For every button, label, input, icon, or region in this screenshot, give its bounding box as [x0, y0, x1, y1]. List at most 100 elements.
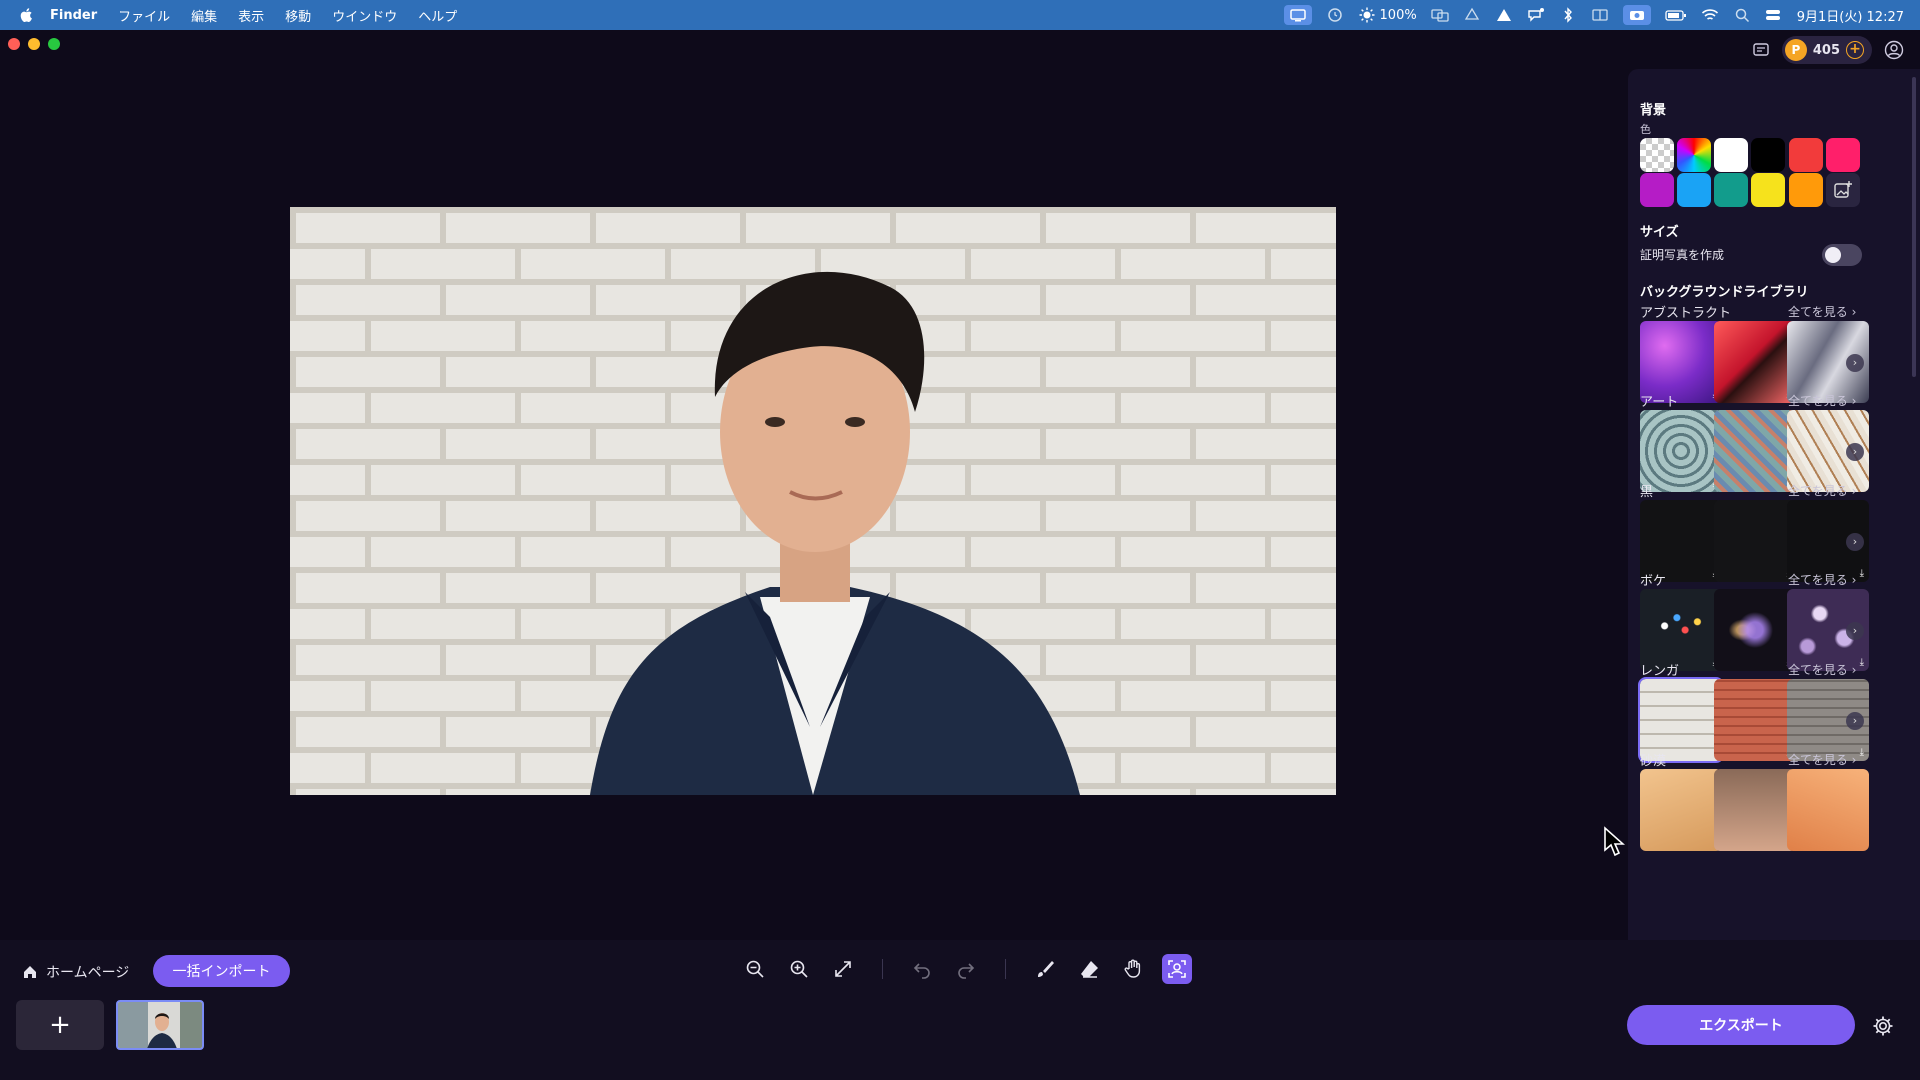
notification-icon[interactable]	[1527, 7, 1545, 23]
maximize-window-button[interactable]	[48, 38, 60, 50]
menu-window[interactable]: ウインドウ	[332, 6, 397, 25]
window-controls	[8, 38, 60, 50]
thumb-art-1[interactable]: ⤓	[1640, 410, 1722, 492]
abstract-next-arrow[interactable]: ›	[1846, 354, 1864, 372]
add-credits-icon[interactable]: +	[1846, 41, 1864, 59]
menu-help[interactable]: ヘルプ	[418, 6, 457, 25]
see-all-abstract-link[interactable]: 全てを見る ›	[1788, 303, 1856, 320]
swatch-black[interactable]	[1751, 138, 1785, 172]
thumb-art-2[interactable]: ⤓	[1714, 410, 1796, 492]
black-next-arrow[interactable]: ›	[1846, 533, 1864, 551]
drive-icon[interactable]	[1463, 7, 1481, 23]
swatch-blue[interactable]	[1677, 173, 1711, 207]
thumb-black-2[interactable]: ⤓	[1714, 500, 1796, 582]
menu-edit[interactable]: 編集	[191, 6, 217, 25]
swatch-teal[interactable]	[1714, 173, 1748, 207]
download-icon: ⤓	[1859, 657, 1864, 668]
canvas-tools	[740, 954, 1192, 984]
sun-icon	[1359, 7, 1375, 23]
camera-icon[interactable]	[1622, 5, 1651, 25]
close-window-button[interactable]	[8, 38, 20, 50]
screen-mirror-icon[interactable]	[1283, 5, 1312, 25]
thumb-abstract-2[interactable]: ⤓	[1714, 321, 1796, 403]
menu-view[interactable]: 表示	[238, 6, 264, 25]
art-next-arrow[interactable]: ›	[1846, 443, 1864, 461]
menu-file[interactable]: ファイル	[118, 6, 170, 25]
canvas-image[interactable]	[290, 207, 1336, 795]
thumb-desert-2[interactable]	[1714, 769, 1796, 851]
thumb-desert-1[interactable]	[1640, 769, 1722, 851]
thumb-bokeh-1[interactable]: ⤓	[1640, 589, 1722, 671]
minimize-window-button[interactable]	[28, 38, 40, 50]
zoom-out-icon	[746, 960, 764, 978]
swatch-pink[interactable]	[1826, 138, 1860, 172]
export-button[interactable]: エクスポート	[1627, 1005, 1855, 1045]
see-all-brick-link[interactable]: 全てを見る ›	[1788, 661, 1856, 678]
brick-next-arrow[interactable]: ›	[1846, 712, 1864, 730]
control-center-icon[interactable]	[1765, 7, 1783, 23]
color-label: 色	[1640, 123, 1651, 136]
swatch-yellow[interactable]	[1751, 173, 1785, 207]
swatch-orange[interactable]	[1789, 173, 1823, 207]
panel-scrollbar[interactable]	[1912, 77, 1916, 377]
redo-button[interactable]	[951, 954, 981, 984]
add-image-swatch[interactable]	[1826, 173, 1860, 207]
zoom-out-button[interactable]	[740, 954, 770, 984]
download-icon: ⤓	[1859, 747, 1864, 758]
spotlight-search-icon[interactable]	[1733, 7, 1751, 23]
account-icon[interactable]	[1884, 40, 1904, 60]
fit-screen-button[interactable]	[828, 954, 858, 984]
menu-finder[interactable]: Finder	[50, 8, 97, 23]
app-window: P 405 + 背景 色 サイズ 証明写真を作成 バックグラウンドライブラリ ア…	[0, 30, 1920, 1080]
add-image-button[interactable]: +	[16, 1000, 104, 1050]
see-all-bokeh-link[interactable]: 全てを見る ›	[1788, 571, 1856, 588]
undo-button[interactable]	[907, 954, 937, 984]
pan-hand-button[interactable]	[1118, 954, 1148, 984]
swatch-transparent[interactable]	[1640, 138, 1674, 172]
eraser-button[interactable]	[1074, 954, 1104, 984]
wifi-icon[interactable]	[1701, 7, 1719, 23]
category-bokeh-label: ボケ	[1640, 574, 1667, 589]
see-all-label: 全てを見る	[1788, 394, 1848, 408]
feedback-icon[interactable]	[1752, 41, 1770, 59]
see-all-label: 全てを見る	[1788, 753, 1848, 767]
thumb-desert-3[interactable]	[1787, 769, 1869, 851]
portrait-select-button[interactable]	[1162, 954, 1192, 984]
cloud-upload-icon[interactable]	[1495, 7, 1513, 23]
apple-icon[interactable]	[18, 6, 36, 24]
timer-icon[interactable]	[1326, 7, 1344, 23]
home-icon	[24, 966, 36, 978]
zoom-in-button[interactable]	[784, 954, 814, 984]
id-photo-label: 証明写真を作成	[1640, 248, 1725, 262]
zoom-in-icon	[790, 960, 808, 978]
batch-import-button[interactable]: 一括インポート	[153, 955, 290, 987]
translate-icon[interactable]	[1431, 7, 1449, 23]
brightness-status[interactable]: 100%	[1358, 7, 1417, 23]
see-all-black-link[interactable]: 全てを見る ›	[1788, 482, 1856, 499]
swatch-custom-color[interactable]	[1677, 138, 1711, 172]
home-page-link[interactable]: ホームページ	[22, 962, 129, 982]
thumb-brick-2[interactable]: ⤓	[1714, 679, 1796, 761]
background-title: 背景	[1640, 103, 1667, 118]
bokeh-next-arrow[interactable]: ›	[1846, 622, 1864, 640]
size-title: サイズ	[1640, 225, 1679, 240]
image-thumbnail[interactable]	[116, 1000, 204, 1050]
hand-icon	[1124, 959, 1141, 978]
battery-icon[interactable]	[1665, 7, 1687, 23]
thumb-brick-1-selected[interactable]	[1638, 677, 1724, 763]
bluetooth-icon[interactable]	[1559, 7, 1577, 23]
menubar-clock[interactable]: 9月1日(火) 12:27	[1797, 6, 1904, 25]
see-all-label: 全てを見る	[1788, 573, 1848, 587]
swatch-white[interactable]	[1714, 138, 1748, 172]
thumb-bokeh-2[interactable]: ⤓	[1714, 589, 1796, 671]
swatch-red[interactable]	[1789, 138, 1823, 172]
credits-balance[interactable]: P 405 +	[1781, 36, 1872, 64]
settings-gear-icon[interactable]	[1872, 1015, 1894, 1037]
window-icon[interactable]	[1591, 7, 1609, 23]
swatch-purple[interactable]	[1640, 173, 1674, 207]
brush-button[interactable]	[1030, 954, 1060, 984]
see-all-desert-link[interactable]: 全てを見る ›	[1788, 751, 1856, 768]
id-photo-toggle[interactable]	[1822, 244, 1862, 266]
see-all-art-link[interactable]: 全てを見る ›	[1788, 392, 1856, 409]
menu-go[interactable]: 移動	[285, 6, 311, 25]
